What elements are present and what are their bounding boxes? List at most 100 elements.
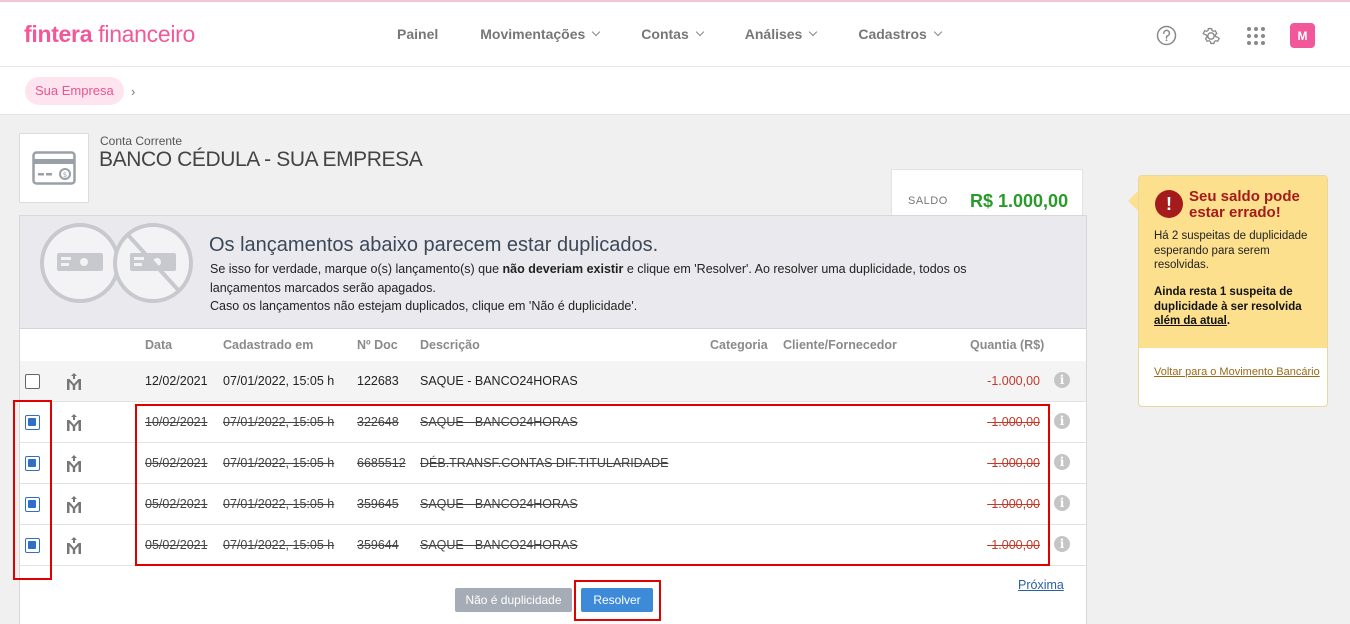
chevron-down-icon	[933, 27, 943, 37]
back-to-bank-movement-link[interactable]: Voltar para o Movimento Bancário	[1154, 366, 1324, 379]
breadcrumb-company[interactable]: Sua Empresa	[25, 77, 124, 105]
help-icon[interactable]	[1155, 25, 1177, 47]
transaction-type-icon	[66, 496, 82, 518]
header-actions: M	[1155, 23, 1315, 48]
top-navbar: fintera financeiro Painel Movimentações …	[0, 0, 1350, 67]
row-created: 07/01/2022, 15:05 h	[223, 415, 335, 429]
apps-grid-icon[interactable]	[1245, 25, 1267, 47]
nav-item-cadastros[interactable]: Cadastros	[858, 26, 943, 42]
banner-title: Os lançamentos abaixo parecem estar dupl…	[209, 234, 659, 256]
row-amount: -1.000,00	[987, 415, 1040, 429]
row-created: 07/01/2022, 15:05 h	[223, 456, 335, 470]
info-icon[interactable]: i	[1054, 413, 1070, 429]
row-amount: -1.000,00	[987, 374, 1040, 388]
transaction-type-icon	[66, 373, 82, 395]
table-row[interactable]: 05/02/2021 07/01/2022, 15:05 h 359645 SAQUE…	[20, 484, 1086, 525]
duplicates-panel: Os lançamentos abaixo parecem estar dupl…	[19, 215, 1087, 624]
table-row[interactable]: 05/02/2021 07/01/2022, 15:05 h 359644 SAQUE…	[20, 525, 1086, 566]
row-description: SAQUE - BANCO24HORAS	[420, 374, 578, 388]
nav-label: Cadastros	[858, 26, 927, 42]
next-link[interactable]: Próxima	[1018, 578, 1064, 592]
transaction-type-icon	[66, 414, 82, 436]
not-duplicate-button[interactable]: Não é duplicidade	[455, 588, 572, 612]
duplicate-money-icon	[40, 223, 193, 303]
table-row[interactable]: 12/02/2021 07/01/2022, 15:05 h 122683 SAQUE…	[20, 361, 1086, 402]
brand-logo-light: financeiro	[92, 21, 196, 47]
row-checkbox[interactable]	[25, 415, 40, 430]
column-header-categoria[interactable]: Categoria	[710, 338, 768, 352]
nav-item-analises[interactable]: Análises	[744, 26, 818, 42]
nav-label: Contas	[641, 26, 689, 42]
nav-label: Movimentações	[480, 26, 586, 42]
row-description: SAQUE - BANCO24HORAS	[420, 415, 578, 429]
row-checkbox[interactable]	[25, 456, 40, 471]
row-date: 10/02/2021	[145, 415, 208, 429]
row-created: 07/01/2022, 15:05 h	[223, 497, 335, 511]
row-checkbox[interactable]	[25, 497, 40, 512]
alert-remaining-text: Ainda resta 1 suspeita de duplicidade à …	[1154, 286, 1302, 313]
banner-line2: Caso os lançamentos não estejam duplicad…	[210, 299, 638, 313]
balance-label: SALDO	[908, 195, 948, 207]
row-created: 07/01/2022, 15:05 h	[223, 374, 335, 388]
row-date: 12/02/2021	[145, 374, 208, 388]
banner-text: Se isso for verdade, marque o(s) lançame…	[210, 260, 1040, 316]
row-date: 05/02/2021	[145, 538, 208, 552]
brand-logo[interactable]: fintera financeiro	[24, 21, 195, 48]
column-header-cadastrado[interactable]: Cadastrado em	[223, 338, 313, 352]
nav-label: Análises	[744, 26, 803, 42]
avatar[interactable]: M	[1290, 23, 1315, 48]
nav-label: Painel	[397, 26, 439, 42]
balance-value: R$ 1.000,00	[970, 191, 1069, 211]
row-doc-number: 359644	[357, 538, 399, 552]
chevron-down-icon	[592, 27, 601, 37]
row-description: SAQUE - BANCO24HORAS	[420, 497, 578, 511]
breadcrumb-separator: ›	[131, 84, 136, 99]
main-nav: Painel Movimentações Contas Análises Cad…	[397, 26, 983, 42]
row-checkbox[interactable]	[25, 374, 40, 389]
chevron-down-icon	[809, 27, 818, 37]
breadcrumb: Sua Empresa ›	[0, 67, 1350, 115]
column-header-doc[interactable]: Nº Doc	[357, 338, 398, 352]
column-header-cliente[interactable]: Cliente/Fornecedor	[783, 338, 897, 352]
alert-header: ! Seu saldo pode estar errado! Há 2 susp…	[1139, 176, 1327, 348]
account-name: BANCO CÉDULA - SUA EMPRESA	[99, 148, 423, 171]
table-row[interactable]: 05/02/2021 07/01/2022, 15:05 h 6685512 DÉB.…	[20, 443, 1086, 484]
balance-warning-card: ! Seu saldo pode estar errado! Há 2 susp…	[1138, 175, 1328, 407]
alert-remaining-underlined: além da atual	[1154, 315, 1227, 327]
alert-remaining-end: .	[1226, 315, 1231, 327]
svg-text:$: $	[63, 171, 67, 179]
chevron-down-icon	[695, 27, 704, 37]
row-doc-number: 122683	[357, 374, 399, 388]
transaction-type-icon	[66, 537, 82, 559]
row-doc-number: 6685512	[357, 456, 406, 470]
row-amount: -1.000,00	[987, 538, 1040, 552]
nav-item-painel[interactable]: Painel	[397, 26, 438, 42]
row-description: SAQUE - BANCO24HORAS	[420, 538, 578, 552]
info-icon[interactable]: i	[1054, 495, 1070, 511]
brand-logo-bold: fintera	[24, 21, 93, 47]
row-checkbox[interactable]	[25, 538, 40, 553]
duplicates-banner: Os lançamentos abaixo parecem estar dupl…	[20, 216, 1086, 329]
account-type: Conta Corrente	[100, 134, 183, 148]
row-amount: -1.000,00	[987, 456, 1040, 470]
column-header-descricao[interactable]: Descrição	[420, 338, 480, 352]
alert-message: Há 2 suspeitas de duplicidade esperando …	[1154, 230, 1308, 271]
resolve-button[interactable]: Resolver	[581, 588, 653, 612]
info-icon[interactable]: i	[1054, 536, 1070, 552]
row-amount: -1.000,00	[987, 497, 1040, 511]
gear-icon[interactable]	[1200, 25, 1222, 47]
column-header-data[interactable]: Data	[145, 338, 172, 352]
banner-line1-start: Se isso for verdade, marque o(s) lançame…	[210, 262, 503, 276]
transaction-type-icon	[66, 455, 82, 477]
column-header-quantia[interactable]: Quantia (R$)	[970, 338, 1044, 352]
info-icon[interactable]: i	[1054, 454, 1070, 470]
nav-item-contas[interactable]: Contas	[641, 26, 704, 42]
alert-remaining: Ainda resta 1 suspeita de duplicidade à …	[1154, 285, 1324, 329]
account-icon-box: $	[19, 133, 89, 203]
banner-line1-bold: não deveriam existir	[502, 262, 624, 276]
row-created: 07/01/2022, 15:05 h	[223, 538, 335, 552]
info-icon[interactable]: i	[1054, 372, 1070, 388]
balance-box: SALDO R$ 1.000,00	[891, 169, 1083, 217]
nav-item-movimentacoes[interactable]: Movimentações	[480, 26, 601, 42]
table-row[interactable]: 10/02/2021 07/01/2022, 15:05 h 322648 SAQUE…	[20, 402, 1086, 443]
